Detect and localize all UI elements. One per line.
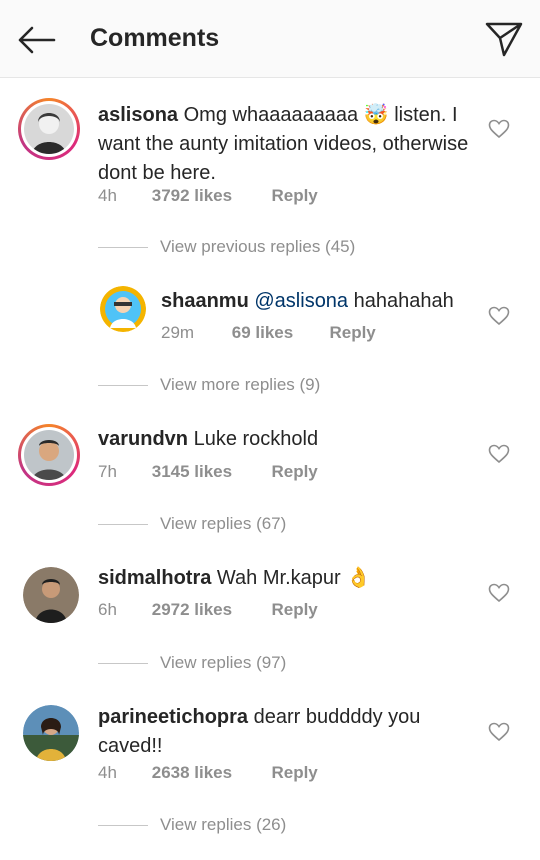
- comment-meta: 4h 3792 likes Reply: [98, 186, 318, 206]
- comment-text: hahahahah: [353, 290, 454, 312]
- comment-meta: 4h 2638 likes Reply: [98, 763, 318, 783]
- view-replies-toggle[interactable]: View replies (67): [98, 514, 286, 534]
- comment-likes[interactable]: 3792 likes: [152, 186, 267, 206]
- heart-outline-icon: [488, 583, 510, 603]
- like-button[interactable]: [488, 722, 510, 742]
- comment-time: 4h: [98, 763, 117, 782]
- like-button[interactable]: [488, 119, 510, 139]
- comment-body: shaanmu @aslisona hahahahah: [161, 287, 491, 316]
- view-replies-label: View replies (97): [160, 653, 287, 672]
- heart-outline-icon: [488, 306, 510, 326]
- back-button[interactable]: [16, 24, 56, 56]
- like-button[interactable]: [488, 306, 510, 326]
- view-replies-toggle[interactable]: View replies (97): [98, 653, 286, 673]
- profile-photo: [23, 705, 79, 761]
- comment-likes[interactable]: 2972 likes: [152, 600, 267, 620]
- view-replies-toggle[interactable]: View replies (26): [98, 815, 286, 835]
- avatar[interactable]: [18, 424, 80, 486]
- like-button[interactable]: [488, 444, 510, 464]
- comment-meta: 29m 69 likes Reply: [161, 323, 376, 343]
- share-button[interactable]: [484, 20, 524, 58]
- profile-photo: [24, 430, 74, 480]
- comment-text: Wah Mr.kapur 👌: [216, 567, 372, 589]
- comment-time: 7h: [98, 462, 117, 481]
- avatar[interactable]: [100, 286, 146, 332]
- reply-button[interactable]: Reply: [271, 600, 317, 620]
- comment-body: aslisona Omg whaaaaaaaaa 🤯 listen. I wan…: [98, 101, 478, 188]
- comment-username[interactable]: sidmalhotra: [98, 567, 211, 589]
- comment-likes[interactable]: 69 likes: [232, 323, 325, 343]
- view-replies-toggle[interactable]: View more replies (9): [98, 375, 320, 395]
- divider: [98, 385, 148, 387]
- comment-likes[interactable]: 3145 likes: [152, 462, 267, 482]
- view-replies-label: View replies (67): [160, 514, 287, 533]
- divider: [98, 663, 148, 665]
- comment-body: sidmalhotra Wah Mr.kapur 👌: [98, 564, 478, 593]
- avatar[interactable]: [23, 567, 79, 623]
- avatar[interactable]: [18, 98, 80, 160]
- comment-mention[interactable]: @aslisona: [254, 290, 348, 312]
- comment-body: varundvn Luke rockhold: [98, 425, 478, 454]
- comment-body: parineetichopra dearr buddddy you caved!…: [98, 703, 478, 761]
- heart-outline-icon: [488, 444, 510, 464]
- profile-photo: [24, 104, 74, 154]
- divider: [98, 247, 148, 249]
- profile-photo: [100, 286, 146, 332]
- comment-time: 4h: [98, 186, 117, 205]
- paper-plane-icon: [485, 22, 523, 57]
- like-button[interactable]: [488, 583, 510, 603]
- comment-username[interactable]: shaanmu: [161, 290, 249, 312]
- comment-time: 29m: [161, 323, 195, 342]
- heart-outline-icon: [488, 119, 510, 139]
- divider: [98, 825, 148, 827]
- profile-photo: [23, 567, 79, 623]
- reply-button[interactable]: Reply: [271, 763, 317, 783]
- comment-username[interactable]: varundvn: [98, 428, 188, 450]
- avatar[interactable]: [23, 705, 79, 761]
- divider: [98, 524, 148, 526]
- comment-username[interactable]: aslisona: [98, 104, 178, 126]
- comment-username[interactable]: parineetichopra: [98, 706, 248, 728]
- comment-meta: 6h 2972 likes Reply: [98, 600, 318, 620]
- view-replies-label: View replies (26): [160, 815, 287, 834]
- view-replies-toggle[interactable]: View previous replies (45): [98, 237, 355, 257]
- comment-meta: 7h 3145 likes Reply: [98, 462, 318, 482]
- heart-outline-icon: [488, 722, 510, 742]
- comment-text: Luke rockhold: [193, 428, 319, 450]
- reply-button[interactable]: Reply: [271, 462, 317, 482]
- reply-button[interactable]: Reply: [271, 186, 317, 206]
- comment-time: 6h: [98, 600, 117, 619]
- comment-likes[interactable]: 2638 likes: [152, 763, 267, 783]
- arrow-left-icon: [18, 26, 56, 54]
- page-title: Comments: [90, 24, 220, 52]
- top-bar: Comments: [0, 0, 540, 78]
- reply-button[interactable]: Reply: [329, 323, 375, 343]
- view-replies-label: View previous replies (45): [160, 237, 356, 256]
- view-replies-label: View more replies (9): [160, 375, 321, 394]
